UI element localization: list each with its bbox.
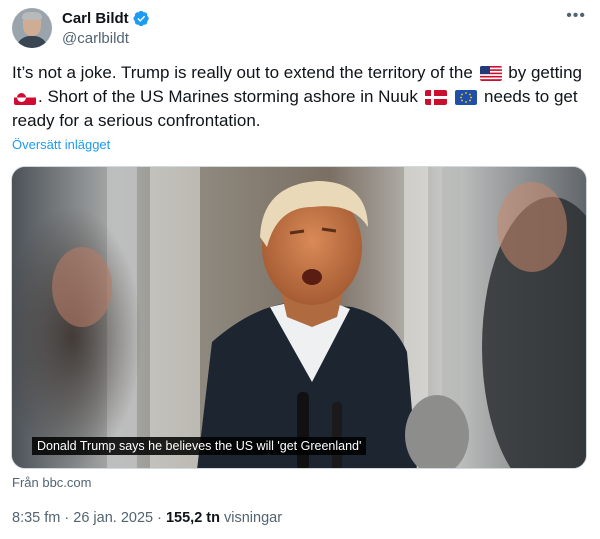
tweet-date[interactable]: 26 jan. 2025 (73, 510, 153, 526)
avatar[interactable] (12, 8, 52, 48)
meta-separator: · (153, 510, 166, 526)
eu-flag-icon (455, 90, 478, 105)
tweet-header: Carl Bildt @carlbildt ••• (12, 8, 588, 52)
author-display-name[interactable]: Carl Bildt (62, 10, 129, 27)
views-count: 155,2 tn (165, 510, 220, 526)
tweet-text-part: by getting (503, 63, 582, 82)
author-name-row: Carl Bildt (62, 10, 150, 27)
greenland-flag-icon (14, 90, 36, 105)
views-label: visningar (219, 510, 283, 526)
author-handle[interactable]: @carlbildt (62, 30, 129, 47)
media-caption: Donald Trump says he believes the US wil… (32, 437, 367, 455)
translate-link[interactable]: Översätt inlägget (12, 137, 110, 152)
tweet-text: It’s not a joke. Trump is really out to … (12, 61, 582, 133)
meta-separator: · (60, 510, 74, 526)
tweet-time[interactable]: 8:35 fm (12, 510, 60, 526)
media-card[interactable]: Donald Trump says he believes the US wil… (11, 166, 587, 469)
us-flag-icon (479, 66, 502, 81)
tweet-metadata: 8:35 fm · 26 jan. 2025 · 155,2 tn visnin… (12, 510, 282, 526)
denmark-flag-icon (424, 90, 447, 105)
tweet-text-part: . Short of the US Marines storming ashor… (38, 87, 418, 106)
verified-badge-icon (133, 10, 149, 27)
tweet-text-part: It’s not a joke. Trump is really out to … (12, 63, 473, 82)
link-source[interactable]: Från bbc.com (12, 475, 91, 490)
news-photo (12, 167, 586, 468)
more-options-icon[interactable]: ••• (566, 8, 586, 24)
